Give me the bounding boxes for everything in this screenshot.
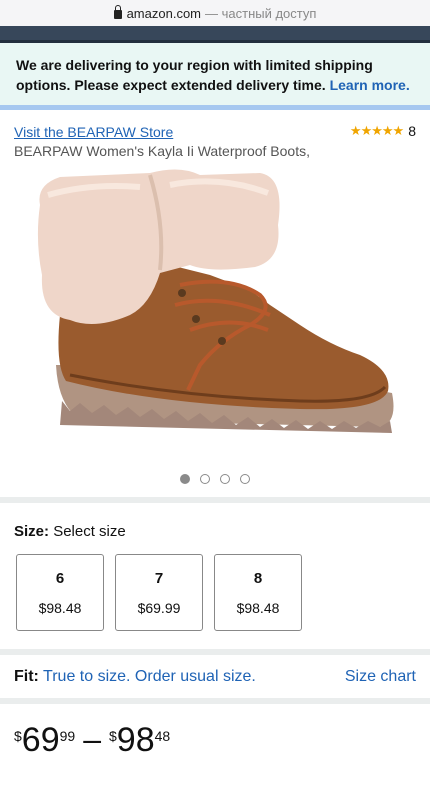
product-header: Visit the BEARPAW Store ★★★★★ 8 BEARPAW … <box>0 110 430 159</box>
size-option-size: 6 <box>55 570 65 587</box>
price-fraction: 48 <box>154 728 171 744</box>
size-option-price: $98.48 <box>38 600 82 616</box>
browser-url-bar[interactable]: amazon.com — частный доступ <box>0 0 430 26</box>
size-option-price: $69.99 <box>137 600 181 616</box>
price-range-separator: – <box>83 721 101 757</box>
rating-count: 8 <box>408 123 416 139</box>
carousel-dot-1[interactable] <box>180 474 190 484</box>
fit-text-link[interactable]: True to size. Order usual size. <box>43 668 256 685</box>
size-option-size: 8 <box>253 570 263 587</box>
fit-info: Fit: True to size. Order usual size. Siz… <box>0 655 430 693</box>
size-options: 6 $98.48 7 $69.99 8 $98.48 <box>16 554 414 631</box>
fit-label: Fit: <box>14 668 39 685</box>
size-option-6[interactable]: 6 $98.48 <box>16 554 104 631</box>
carousel-dot-4[interactable] <box>240 474 250 484</box>
size-label: Size: <box>14 523 50 540</box>
carousel-dot-2[interactable] <box>200 474 210 484</box>
price-currency: $ <box>14 728 22 744</box>
size-option-7[interactable]: 7 $69.99 <box>115 554 203 631</box>
star-rating-icon: ★★★★★ <box>349 123 404 138</box>
fit-summary: Fit: True to size. Order usual size. <box>14 668 256 693</box>
price-range: $ 69 99 – $ 98 48 <box>0 704 430 776</box>
price-whole: 98 <box>116 721 155 759</box>
delivery-notice-banner: We are delivering to your region with li… <box>0 43 430 110</box>
size-chart-link[interactable]: Size chart <box>345 668 416 693</box>
site-nav-strip <box>0 26 430 40</box>
price-low: $ 69 99 <box>14 722 75 758</box>
size-selected-value: Select size <box>53 523 126 540</box>
private-mode-label: — частный доступ <box>205 5 317 21</box>
lock-icon <box>113 4 122 19</box>
rating-summary[interactable]: ★★★★★ 8 <box>350 123 416 139</box>
size-heading: Size: Select size <box>14 523 414 540</box>
learn-more-link[interactable]: Learn more. <box>330 77 410 93</box>
url-domain: amazon.com <box>126 5 201 21</box>
product-image-carousel[interactable] <box>0 165 430 465</box>
delivery-notice-text: We are delivering to your region with li… <box>16 57 373 93</box>
size-selector: Size: Select size 6 $98.48 7 $69.99 8 $9… <box>0 503 430 631</box>
price-fraction: 99 <box>59 728 76 744</box>
price-whole: 69 <box>21 721 60 759</box>
size-option-price: $98.48 <box>236 600 280 616</box>
size-option-8[interactable]: 8 $98.48 <box>214 554 302 631</box>
carousel-indicators[interactable] <box>0 471 430 487</box>
product-title: BEARPAW Women's Kayla Ii Waterproof Boot… <box>14 143 310 159</box>
price-currency: $ <box>109 728 117 744</box>
price-high: $ 98 48 <box>109 722 170 758</box>
carousel-dot-3[interactable] <box>220 474 230 484</box>
boot-image <box>37 169 394 433</box>
size-option-size: 7 <box>154 570 164 587</box>
